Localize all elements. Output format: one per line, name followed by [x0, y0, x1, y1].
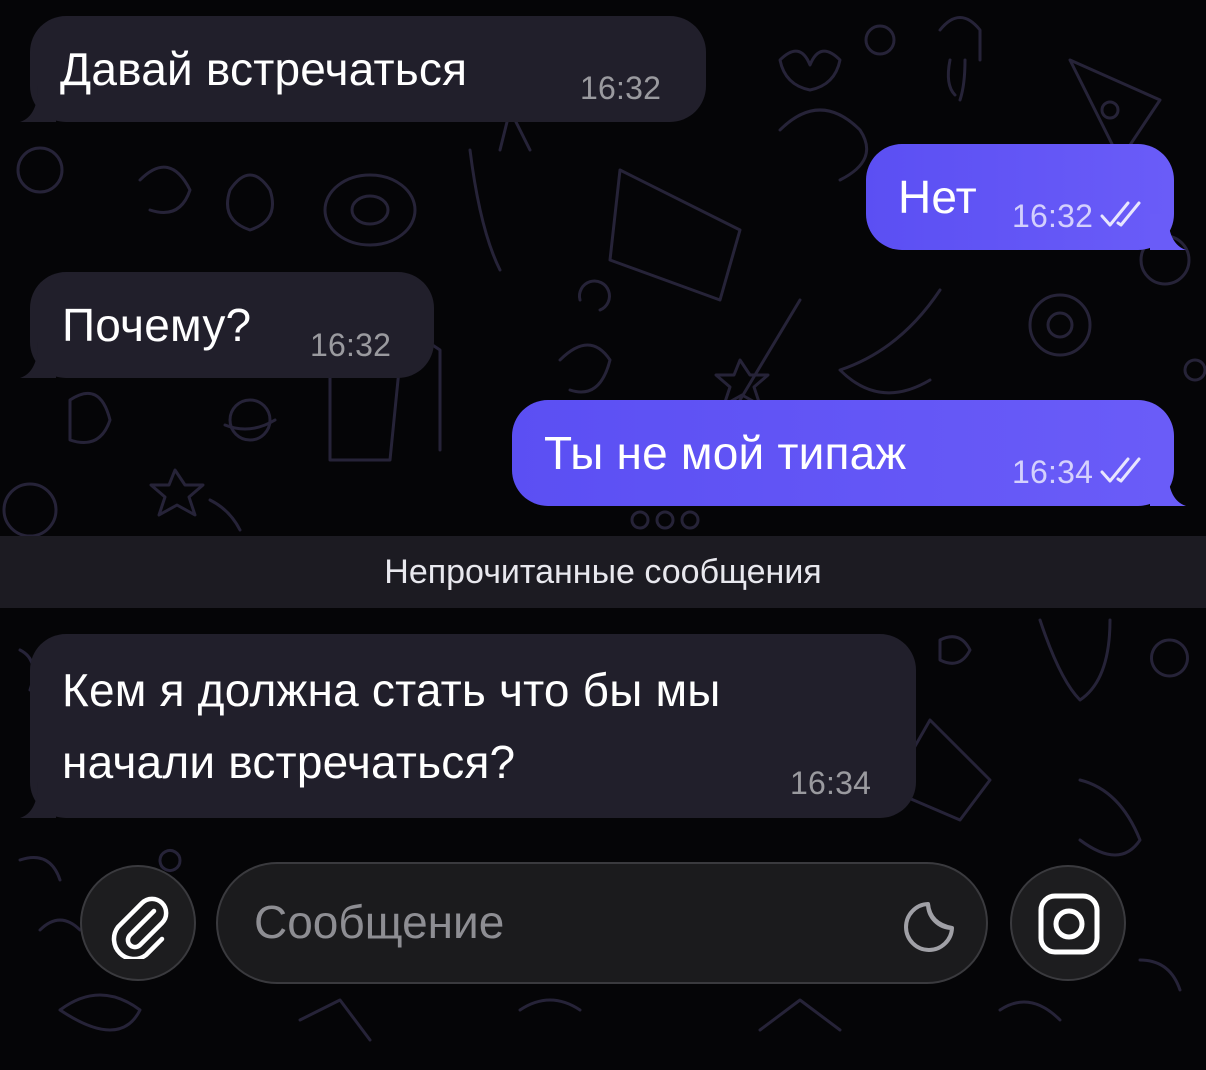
read-double-check-icon [1100, 457, 1141, 483]
unread-messages-divider: Непрочитанные сообщения [0, 536, 1206, 608]
paperclip-icon [111, 896, 169, 959]
message-input[interactable] [254, 892, 854, 952]
message-text: Давай встречаться [60, 43, 468, 95]
message-outgoing[interactable]: Нет 16:32 [866, 144, 1186, 250]
message-input-box[interactable] [216, 862, 988, 984]
message-time: 16:34 [790, 765, 872, 801]
message-incoming[interactable]: Давай встречаться 16:32 [20, 16, 706, 122]
camera-button[interactable] [1010, 865, 1126, 981]
message-incoming[interactable]: Кем я должна стать что бы мы начали встр… [20, 634, 916, 818]
message-time: 16:34 [1012, 454, 1094, 490]
message-outgoing[interactable]: Ты не мой типаж 16:34 [512, 400, 1186, 506]
message-time: 16:32 [580, 70, 662, 106]
camera-icon [1038, 893, 1100, 955]
bubble-tail [20, 86, 56, 122]
sticker-icon[interactable] [900, 898, 958, 956]
message-time: 16:32 [1012, 198, 1094, 234]
message-text-line-2: начали встречаться? [62, 736, 516, 788]
message-time: 16:32 [310, 327, 392, 363]
bubble-tail [20, 782, 56, 818]
message-text: Нет [898, 171, 977, 223]
bubble-tail [1150, 470, 1186, 506]
attach-button[interactable] [80, 865, 196, 981]
message-incoming[interactable]: Почему? 16:32 [20, 272, 434, 378]
bubble-tail [1150, 214, 1186, 250]
message-text: Ты не мой типаж [544, 427, 907, 479]
message-text-line-1: Кем я должна стать что бы мы [62, 664, 721, 716]
message-text: Почему? [62, 299, 252, 351]
read-double-check-icon [1100, 201, 1141, 227]
bubble-tail [20, 342, 56, 378]
